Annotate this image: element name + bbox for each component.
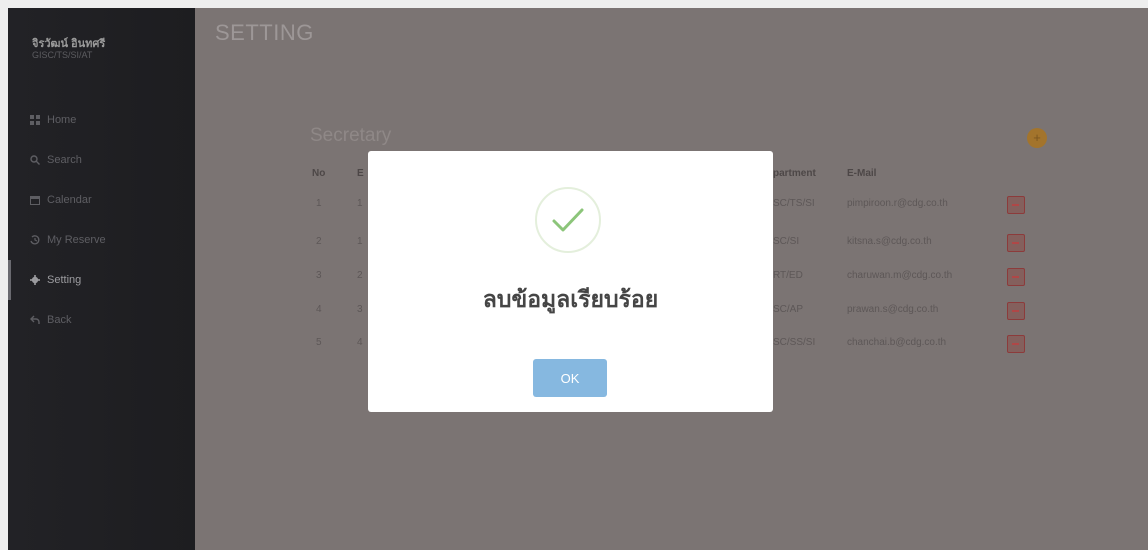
sidebar-menu: Home Search Calendar My Reserve Setting …: [8, 100, 195, 340]
sidebar-item-label: Search: [47, 154, 82, 166]
sidebar-item-label: Setting: [47, 274, 82, 286]
delete-row-button[interactable]: [1007, 196, 1025, 214]
section-title: Secretary: [310, 125, 392, 146]
sidebar-item-calendar[interactable]: Calendar: [8, 180, 195, 220]
delete-row-button[interactable]: [1007, 302, 1025, 320]
table-cell-department: SC/SI: [773, 236, 800, 247]
gear-icon: [30, 275, 40, 285]
success-dialog: ลบข้อมูลเรียบร้อย OK: [368, 151, 773, 412]
table-cell-no: 2: [316, 236, 322, 247]
table-cell-no: 4: [316, 304, 322, 315]
table-cell-name: 2: [357, 270, 363, 281]
sidebar-item-label: Home: [47, 114, 77, 126]
table-cell-department: RT/ED: [773, 270, 803, 281]
sidebar-item-label: Calendar: [47, 194, 92, 206]
table-cell-email: prawan.s@cdg.co.th: [847, 304, 939, 315]
table-cell-department: SC/TS/SI: [773, 198, 815, 209]
checkmark-icon: [535, 187, 601, 253]
table-cell-email: chanchai.b@cdg.co.th: [847, 337, 947, 348]
table-cell-name: 1: [357, 198, 363, 209]
grid-icon: [30, 115, 40, 125]
table-cell-email: charuwan.m@cdg.co.th: [847, 270, 953, 281]
page-title: SETTING: [215, 20, 314, 45]
table-cell-department: SC/SS/SI: [773, 337, 816, 348]
sidebar-item-my-reserve[interactable]: My Reserve: [8, 220, 195, 260]
delete-row-button[interactable]: [1007, 335, 1025, 353]
table-cell-department: SC/AP: [773, 304, 804, 315]
sidebar-item-label: My Reserve: [47, 234, 106, 246]
column-header-name: E: [357, 168, 364, 179]
delete-row-button[interactable]: [1007, 268, 1025, 286]
table-cell-no: 1: [316, 198, 322, 209]
dialog-message: ลบข้อมูลเรียบร้อย: [482, 286, 659, 312]
sidebar-item-back[interactable]: Back: [8, 300, 195, 340]
table-cell-email: pimpiroon.r@cdg.co.th: [847, 198, 948, 209]
back-arrow-icon: [30, 315, 40, 325]
table-cell-name: 4: [357, 337, 363, 348]
sidebar-item-label: Back: [47, 314, 72, 326]
add-secretary-button[interactable]: +: [1027, 128, 1047, 148]
table-cell-email: kitsna.s@cdg.co.th: [847, 236, 932, 247]
user-department: GISC/TS/SI/AT: [32, 50, 93, 60]
sidebar-item-home[interactable]: Home: [8, 100, 195, 140]
delete-row-button[interactable]: [1007, 234, 1025, 252]
column-header-department: partment: [773, 168, 816, 179]
table-cell-name: 3: [357, 304, 363, 315]
table-cell-no: 5: [316, 337, 322, 348]
history-icon: [30, 235, 40, 245]
table-cell-no: 3: [316, 270, 322, 281]
column-header-email: E-Mail: [847, 168, 877, 179]
calendar-icon: [30, 195, 40, 205]
table-cell-name: 1: [357, 236, 363, 247]
app-frame: จิรวัฒน์ อินทศรี GISC/TS/SI/AT Home Sear…: [8, 8, 1148, 550]
sidebar: จิรวัฒน์ อินทศรี GISC/TS/SI/AT Home Sear…: [8, 8, 195, 550]
column-header-no: No: [312, 168, 326, 179]
sidebar-item-setting[interactable]: Setting: [8, 260, 195, 300]
search-icon: [30, 155, 40, 165]
ok-button[interactable]: OK: [533, 359, 607, 397]
sidebar-item-search[interactable]: Search: [8, 140, 195, 180]
